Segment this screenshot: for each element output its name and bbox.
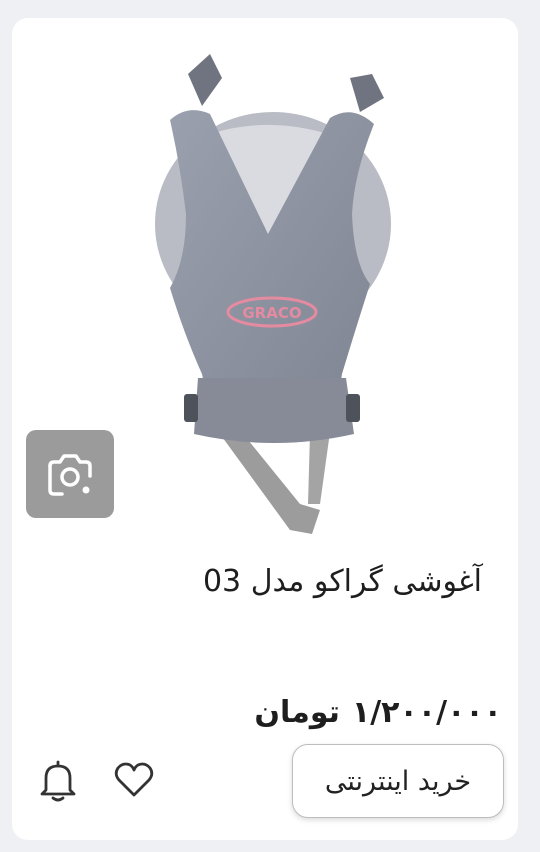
price-value: ۱/۲۰۰/۰۰۰ xyxy=(351,695,502,730)
camera-icon xyxy=(48,454,92,496)
product-title[interactable]: آغوشی گراکو مدل 03 xyxy=(62,558,482,606)
product-card: GRACO آغوشی گراکو مدل 03 ۱/۲۰۰/۰۰۰تومان … xyxy=(12,18,518,840)
notify-button[interactable] xyxy=(34,756,82,804)
heart-icon xyxy=(114,762,154,797)
product-price: ۱/۲۰۰/۰۰۰ تومان xyxy=(242,690,502,736)
product-image[interactable]: GRACO xyxy=(140,34,410,544)
price-unit: تومان xyxy=(254,695,340,730)
buy-online-button[interactable]: خرید اینترنتی xyxy=(292,744,504,818)
visual-search-button[interactable] xyxy=(26,430,114,518)
brand-logo: GRACO xyxy=(242,304,301,322)
bell-icon xyxy=(40,760,76,802)
favorite-button[interactable] xyxy=(110,756,158,804)
